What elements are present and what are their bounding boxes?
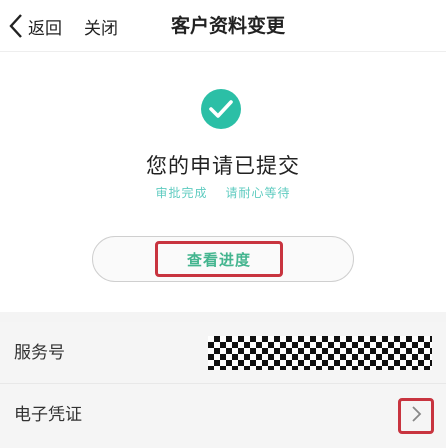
e-certificate-open-button[interactable] xyxy=(398,398,434,434)
redacted-value xyxy=(208,336,432,370)
view-progress-button[interactable]: 查看进度 xyxy=(92,236,354,282)
highlight-box: 查看进度 xyxy=(155,241,283,277)
view-progress-label: 查看进度 xyxy=(186,250,251,269)
chevron-right-icon xyxy=(410,405,422,427)
service-number-row: 服务号 xyxy=(0,322,446,384)
e-certificate-label: 电子凭证 xyxy=(14,405,82,425)
result-subtitle-left: 审批完成 xyxy=(155,186,208,200)
service-number-label: 服务号 xyxy=(14,343,65,363)
submission-result-panel: 您的申请已提交 审批完成 请耐心等待 查看进度 xyxy=(0,52,446,312)
e-certificate-row[interactable]: 电子凭证 xyxy=(0,384,446,448)
page-title: 客户资料变更 xyxy=(170,15,285,37)
result-title: 您的申请已提交 xyxy=(146,154,300,178)
check-circle-icon xyxy=(200,88,242,130)
section-divider xyxy=(0,312,446,322)
result-subtitle: 审批完成 请耐心等待 xyxy=(0,184,446,201)
top-nav-bar: 返回 关闭 客户资料变更 xyxy=(0,0,446,52)
result-subtitle-right: 请耐心等待 xyxy=(225,186,291,200)
